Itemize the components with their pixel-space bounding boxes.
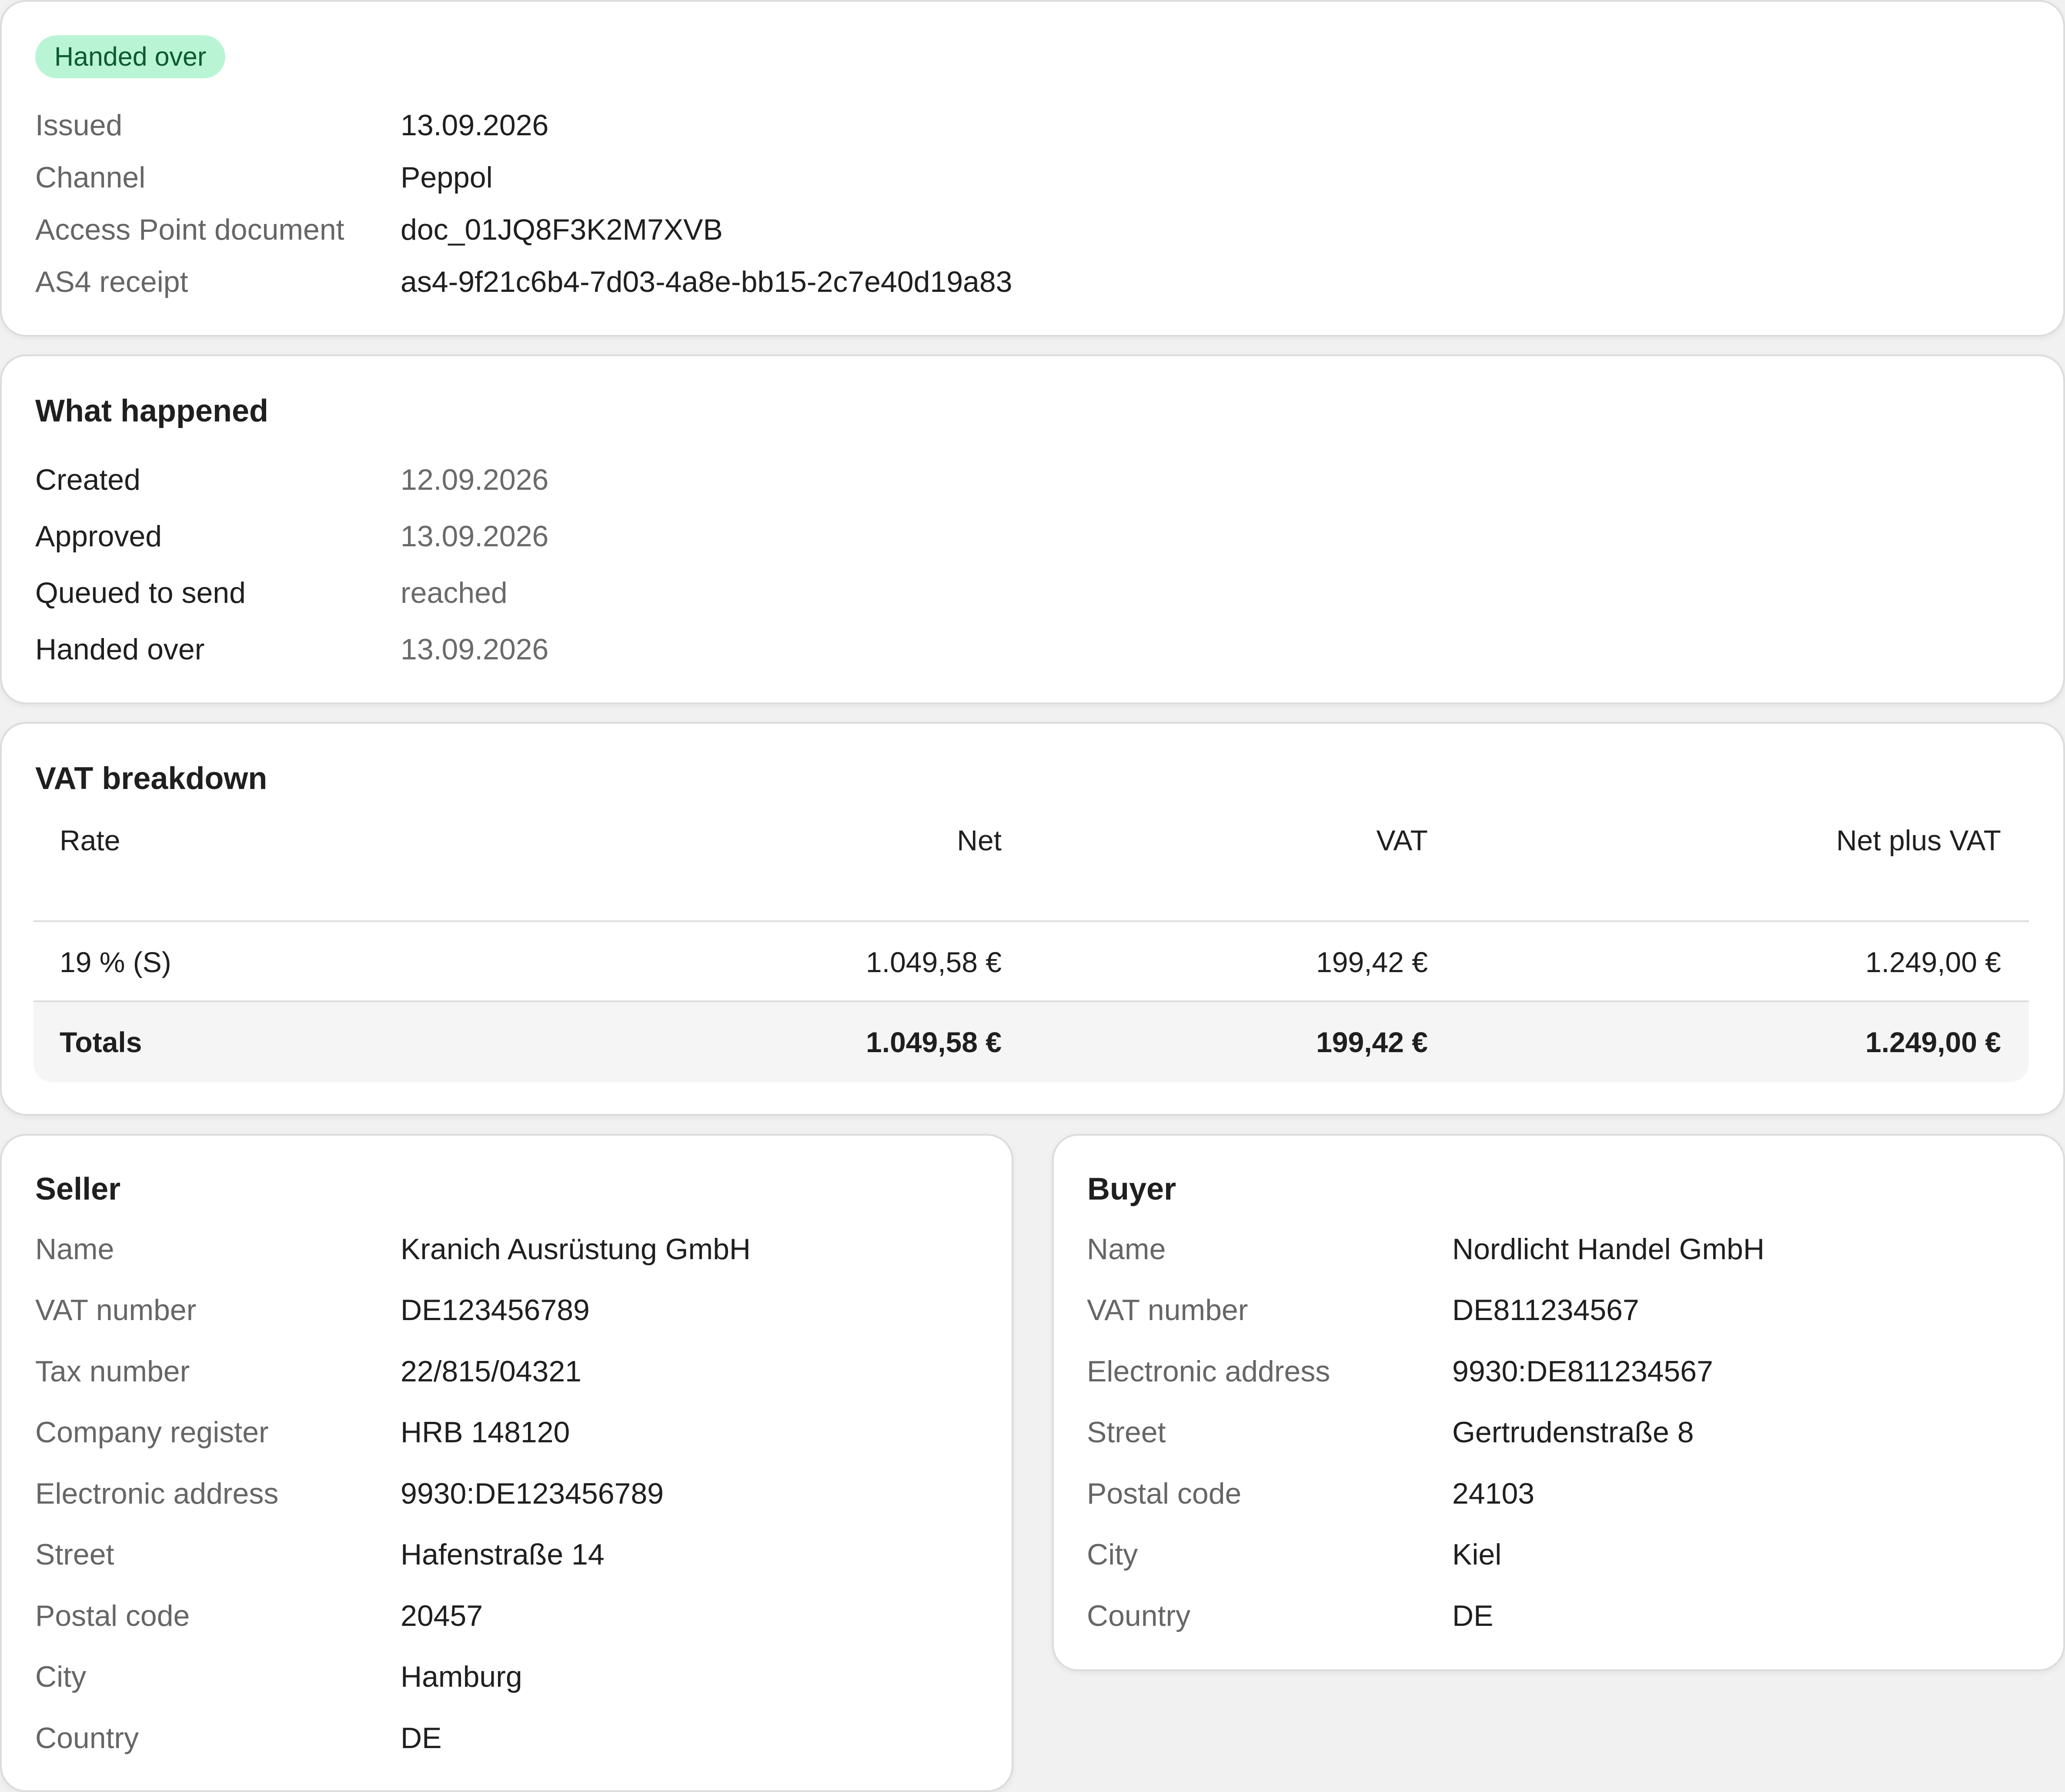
totals-row: Totals 1.049,58 € 199,42 € 1.249,00 € xyxy=(33,1002,2029,1082)
field-value: DE xyxy=(401,1722,442,1755)
field-label: VAT number xyxy=(1087,1294,1248,1327)
field-label: Country xyxy=(1087,1599,1191,1632)
invoice-detail-page: Handed over Issued 13.09.2026 Channel Pe… xyxy=(0,0,2065,1792)
history-card: What happened Created 12.09.2026 Approve… xyxy=(0,354,2065,704)
field-label: Electronic address xyxy=(35,1477,279,1510)
row-net: 1.049,58 € xyxy=(866,946,1002,978)
col-gross-header: Net plus VAT xyxy=(1836,824,2001,856)
field-label: Name xyxy=(35,1233,114,1266)
event-label: Handed over xyxy=(35,633,205,666)
col-rate-header: Rate xyxy=(60,824,120,856)
totals-label: Totals xyxy=(60,1026,142,1058)
field-value: DE123456789 xyxy=(401,1294,590,1327)
field-label: Postal code xyxy=(1087,1477,1242,1510)
status-badge: Handed over xyxy=(35,35,226,78)
field-value: DE811234567 xyxy=(1452,1294,1639,1327)
field-value: Kranich Ausrüstung GmbH xyxy=(401,1233,751,1266)
field-value: 9930:DE811234567 xyxy=(1452,1355,1713,1388)
row-vat: 199,42 € xyxy=(1316,946,1428,978)
issued-label: Issued xyxy=(35,109,123,142)
field-label: City xyxy=(1087,1538,1138,1571)
channel-value: Peppol xyxy=(401,161,493,194)
vat-title: VAT breakdown xyxy=(35,761,267,796)
event-value: 13.09.2026 xyxy=(401,633,549,666)
channel-label: Channel xyxy=(35,161,146,194)
event-label: Approved xyxy=(35,520,162,553)
as4-receipt-value[interactable]: as4-9f21c6b4-7d03-4a8e-bb15-2c7e40d19a83 xyxy=(401,265,1012,299)
col-vat-header: VAT xyxy=(1376,824,1428,856)
field-value: Hamburg xyxy=(401,1660,522,1693)
access-point-document-label: Access Point document xyxy=(35,213,344,246)
field-value: Gertrudenstraße 8 xyxy=(1452,1416,1694,1449)
totals-net: 1.049,58 € xyxy=(866,1026,1002,1058)
field-label: Tax number xyxy=(35,1355,190,1388)
as4-receipt-label: AS4 receipt xyxy=(35,265,188,298)
issued-value: 13.09.2026 xyxy=(401,109,549,142)
field-label: Street xyxy=(1087,1416,1166,1449)
field-label: Postal code xyxy=(35,1599,190,1632)
event-value: 13.09.2026 xyxy=(401,520,549,553)
field-label: Street xyxy=(35,1538,114,1571)
event-value: reached xyxy=(401,576,508,609)
totals-gross: 1.249,00 € xyxy=(1865,1026,2001,1058)
table-row: 19 % (S) 1.049,58 € 199,42 € 1.249,00 € xyxy=(33,922,2029,1002)
access-point-document-value[interactable]: doc_01JQ8F3K2M7XVB xyxy=(401,213,723,247)
field-label: City xyxy=(35,1660,87,1693)
col-net-header: Net xyxy=(957,824,1002,856)
field-value: DE xyxy=(1452,1599,1494,1632)
history-title: What happened xyxy=(35,394,268,428)
event-label: Created xyxy=(35,463,140,496)
field-value: 24103 xyxy=(1452,1477,1535,1510)
totals-vat: 199,42 € xyxy=(1316,1026,1428,1058)
field-label: Name xyxy=(1087,1233,1166,1266)
status-card: Handed over Issued 13.09.2026 Channel Pe… xyxy=(0,0,2065,337)
field-value: 20457 xyxy=(401,1599,483,1632)
field-value: 22/815/04321 xyxy=(401,1355,581,1388)
field-value: HRB 148120 xyxy=(401,1416,570,1449)
field-value: 9930:DE123456789 xyxy=(401,1477,664,1510)
buyer-card: Buyer Name Nordlicht Handel GmbH VAT num… xyxy=(1052,1134,2065,1671)
event-value: 12.09.2026 xyxy=(401,463,549,496)
row-rate: 19 % (S) xyxy=(60,946,171,978)
field-label: Country xyxy=(35,1722,139,1755)
field-label: Electronic address xyxy=(1087,1355,1330,1388)
seller-card: Seller Name Kranich Ausrüstung GmbH VAT … xyxy=(0,1134,1013,1792)
vat-table-header: Rate Net VAT Net plus VAT xyxy=(33,800,2029,880)
field-label: VAT number xyxy=(35,1294,197,1327)
field-value: Hafenstraße 14 xyxy=(401,1538,605,1571)
row-gross: 1.249,00 € xyxy=(1865,946,2001,978)
seller-title: Seller xyxy=(35,1172,121,1207)
buyer-title: Buyer xyxy=(1087,1172,1176,1207)
field-label: Company register xyxy=(35,1416,269,1449)
field-value: Kiel xyxy=(1452,1538,1502,1571)
field-value: Nordlicht Handel GmbH xyxy=(1452,1233,1765,1266)
event-label: Queued to send xyxy=(35,576,246,609)
